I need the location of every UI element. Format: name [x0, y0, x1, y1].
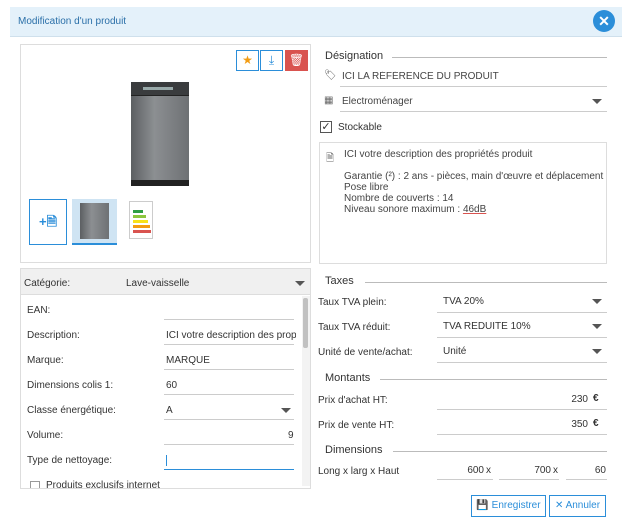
tva-plein-select[interactable]: TVA 20%: [443, 296, 484, 307]
description-misspelled-word: 46dB: [462, 204, 487, 215]
form-scrollbar[interactable]: [302, 296, 310, 486]
largeur-input[interactable]: 700: [525, 465, 551, 476]
dialog-title: Modification d'un produit: [18, 16, 127, 27]
close-icon: ✕: [554, 500, 566, 511]
description-line: [344, 160, 604, 171]
star-icon[interactable]: ★: [236, 50, 259, 71]
dimensions-label: Long x larg x Haut: [318, 466, 400, 477]
document-icon: 🗎: [326, 153, 335, 164]
currency-euro: €: [593, 418, 599, 429]
category-icon: ▦: [324, 95, 334, 106]
stockable-checkbox[interactable]: ✓: [320, 121, 332, 133]
description-line: ICI votre description des propriétés pro…: [344, 149, 533, 160]
reference-input[interactable]: ICI LA RÉFÉRENCE DU PRODUIT: [342, 71, 499, 82]
close-icon[interactable]: ✕: [593, 10, 615, 32]
unite-label: Unité de vente/achat:: [318, 347, 413, 358]
product-image-panel: ★ ⤓ 🗑 +🗎: [20, 44, 311, 263]
prix-achat-label: Prix d'achat HT:: [318, 395, 388, 406]
produits-exclusifs-label: Produits exclusifs internet: [46, 480, 160, 489]
chevron-down-icon[interactable]: [592, 324, 602, 329]
field-label-volume: Volume:: [27, 430, 64, 441]
prix-achat-input[interactable]: 230: [560, 394, 588, 405]
field-label-ean: EAN:: [27, 305, 51, 316]
save-button[interactable]: 💾 Enregistrer: [471, 495, 546, 517]
description-input[interactable]: ICI votre description des propr: [166, 330, 296, 341]
field-label-classe-energetique: Classe énergétique:: [27, 405, 116, 416]
prix-vente-input[interactable]: 350: [560, 419, 588, 430]
dimension-separator: x: [486, 465, 491, 476]
famille-select[interactable]: Electroménager: [342, 96, 413, 107]
description-line: Garantie (²) : 2 ans - pièces, main d'œu…: [344, 171, 604, 182]
description-line: Niveau sonore maximum :: [344, 204, 463, 215]
field-label-type-nettoyage: Type de nettoyage:: [27, 455, 113, 466]
hauteur-input[interactable]: 60: [590, 465, 606, 476]
field-label-marque: Marque:: [27, 355, 64, 366]
section-designation-title: Désignation: [325, 50, 384, 62]
product-main-image: [131, 82, 189, 186]
chevron-down-icon[interactable]: [592, 299, 602, 304]
section-taxes-title: Taxes: [325, 275, 354, 287]
description-line: Nombre de couverts : 14: [344, 193, 454, 204]
section-montants-title: Montants: [325, 372, 371, 384]
produits-exclusifs-checkbox[interactable]: [30, 481, 40, 488]
text-cursor: [166, 455, 167, 466]
image-thumbnail-product[interactable]: [72, 199, 117, 245]
cancel-button[interactable]: ✕ Annuler: [549, 495, 606, 517]
chevron-down-icon[interactable]: [281, 408, 291, 413]
dialog-titlebar: Modification d'un produit: [10, 7, 622, 37]
tva-plein-label: Taux TVA plein:: [318, 297, 387, 308]
marque-input[interactable]: MARQUE: [166, 355, 210, 366]
trash-icon[interactable]: 🗑: [285, 50, 308, 71]
categorie-row: Catégorie: Lave-vaisselle: [21, 269, 310, 295]
categorie-label: Catégorie:: [24, 278, 71, 289]
volume-input[interactable]: 9: [288, 430, 294, 441]
tag-icon: 🏷: [324, 70, 337, 81]
image-thumbnail-energy-label[interactable]: [129, 201, 153, 239]
description-line: Pose libre: [344, 182, 389, 193]
classe-energetique-select[interactable]: A: [166, 405, 173, 416]
add-image-button[interactable]: +🗎: [29, 199, 67, 245]
section-dimensions-title: Dimensions: [325, 444, 383, 456]
field-label-dimensions-colis: Dimensions colis 1:: [27, 380, 114, 391]
tva-reduit-label: Taux TVA réduit:: [318, 322, 391, 333]
chevron-down-icon[interactable]: [592, 349, 602, 354]
field-label-description: Description:: [27, 330, 80, 341]
longueur-input[interactable]: 600: [458, 465, 484, 476]
prix-vente-label: Prix de vente HT:: [318, 420, 395, 431]
categorie-select[interactable]: Lave-vaisselle: [126, 278, 189, 289]
description-textarea[interactable]: 🗎 ICI votre description des propriétés p…: [319, 142, 607, 264]
product-form-panel: Catégorie: Lave-vaisselle EAN: Descripti…: [20, 268, 311, 489]
unite-select[interactable]: Unité: [443, 346, 466, 357]
save-icon: 💾: [476, 500, 492, 511]
chevron-down-icon[interactable]: [592, 99, 602, 104]
currency-euro: €: [593, 393, 599, 404]
dimensions-colis-input[interactable]: 60: [166, 380, 177, 391]
tva-reduit-select[interactable]: TVA REDUITE 10%: [443, 321, 531, 332]
download-icon[interactable]: ⤓: [260, 50, 283, 71]
stockable-label: Stockable: [338, 122, 382, 133]
chevron-down-icon[interactable]: [295, 281, 305, 286]
dimension-separator: x: [553, 465, 558, 476]
